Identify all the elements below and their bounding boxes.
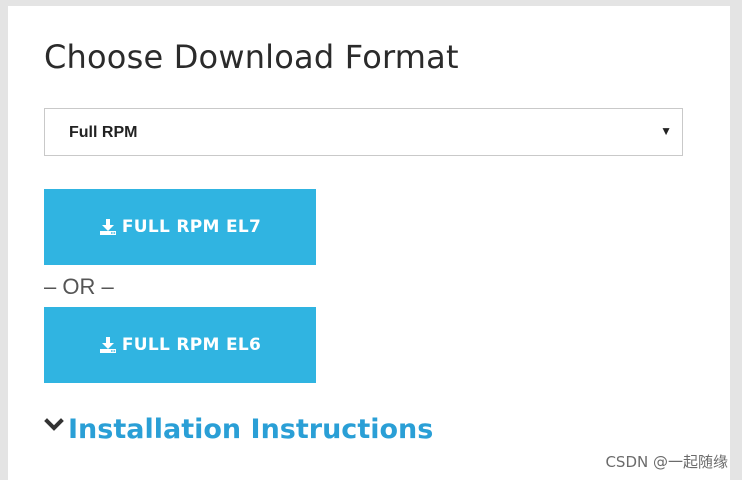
chevron-down-icon: [44, 418, 64, 431]
or-separator: – OR –: [44, 274, 114, 299]
download-full-rpm-el6-button[interactable]: FULL RPM EL6: [44, 307, 316, 383]
format-select[interactable]: Full RPM ▼: [44, 108, 683, 156]
format-select-value: Full RPM: [69, 124, 138, 141]
download-button-label: FULL RPM EL7: [121, 217, 262, 237]
installation-instructions-toggle[interactable]: Installation Instructions: [44, 414, 433, 445]
download-full-rpm-el7-button[interactable]: FULL RPM EL7: [44, 189, 316, 265]
download-icon: [99, 219, 116, 235]
download-icon: [99, 337, 116, 353]
installation-instructions-link[interactable]: Installation Instructions: [68, 414, 433, 445]
triangle-down-icon: ▼: [660, 124, 672, 138]
watermark: CSDN @一起随缘: [605, 453, 728, 471]
download-button-label: FULL RPM EL6: [121, 335, 262, 355]
download-card: Choose Download Format Full RPM ▼ FULL R…: [8, 6, 730, 480]
page-title: Choose Download Format: [44, 38, 459, 76]
